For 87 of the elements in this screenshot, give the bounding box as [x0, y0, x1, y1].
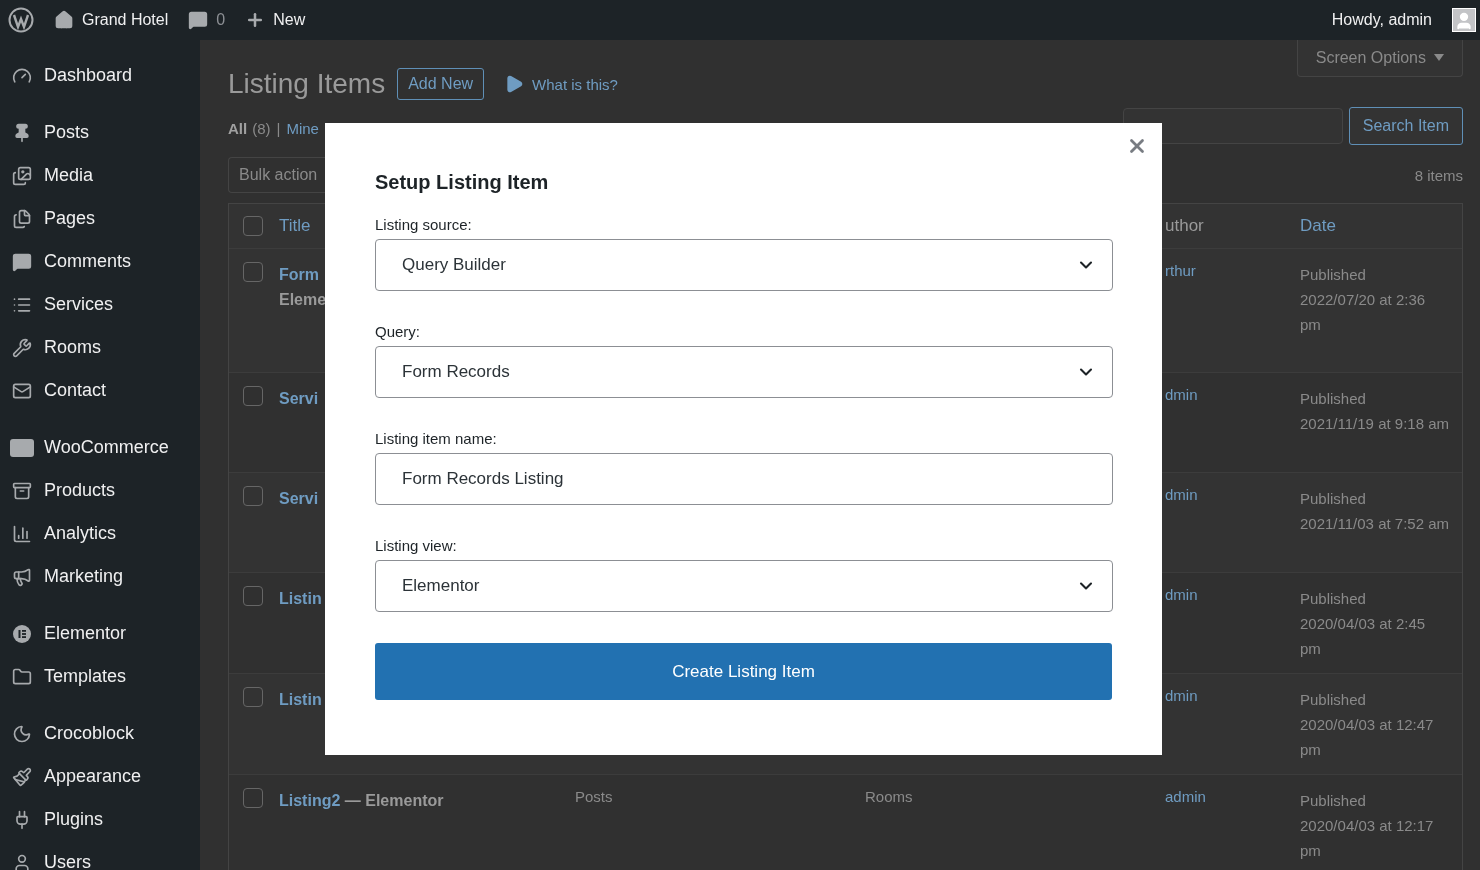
search-field[interactable]: [1122, 108, 1343, 144]
date-cell-text: Published 2020/04/03 at 12:47 pm: [1300, 690, 1435, 760]
help-link[interactable]: What is this?: [504, 74, 618, 94]
input-field[interactable]: Form Records Listing: [375, 453, 1113, 505]
menu-item[interactable]: Products: [0, 469, 200, 512]
view-link[interactable]: Mine: [286, 120, 319, 137]
checkbox[interactable]: [243, 486, 263, 506]
author-link[interactable]: dmin: [1165, 586, 1198, 603]
date-cell-text: Published 2020/04/03 at 12:17 pm: [1300, 791, 1435, 861]
column-header: uthor: [1165, 216, 1205, 236]
checkbox[interactable]: [243, 216, 263, 236]
menu-item[interactable]: Plugins: [0, 798, 200, 841]
author-link[interactable]: admin: [1165, 788, 1206, 805]
search-button[interactable]: Search Item: [1348, 107, 1463, 145]
menu-item[interactable]: WooCommerce: [0, 426, 200, 469]
menu-item[interactable]: Rooms: [0, 326, 200, 369]
greeting-link[interactable]: Howdy, admin: [1331, 11, 1432, 29]
date-cell-text: Published 2021/11/03 at 7:52 am: [1300, 489, 1450, 534]
table-cell: Rooms: [865, 788, 913, 805]
select-field[interactable]: Elementor: [375, 560, 1113, 612]
checkbox[interactable]: [243, 586, 263, 606]
triangle-down-icon: [1434, 54, 1444, 62]
images-icon: [10, 165, 34, 186]
field-label: Query:: [375, 323, 421, 340]
menu-item[interactable]: Posts: [0, 111, 200, 154]
author-link[interactable]: dmin: [1165, 486, 1198, 503]
comments-link[interactable]: 0: [188, 10, 226, 30]
checkbox[interactable]: [243, 386, 263, 406]
menu-item[interactable]: Dashboard: [0, 54, 200, 97]
menu-item[interactable]: Marketing: [0, 555, 200, 598]
person-icon: [1454, 11, 1474, 31]
create-button[interactable]: Create Listing Item: [375, 643, 1112, 700]
wrench-icon: [10, 337, 34, 358]
title-link[interactable]: Listing2: [279, 792, 341, 809]
speech-bubble-icon: [10, 251, 34, 272]
archive-icon: [10, 480, 34, 501]
folder-icon: [10, 666, 34, 687]
dialog-title: Setup Listing Item: [375, 171, 550, 194]
select-field[interactable]: Form Records: [375, 346, 1113, 398]
title-suffix: — Elementor: [344, 792, 444, 809]
author-link[interactable]: dmin: [1165, 386, 1198, 403]
menu-item[interactable]: Comments: [0, 240, 200, 283]
title-link[interactable]: Listin: [279, 691, 322, 708]
menu-item[interactable]: Elementor: [0, 612, 200, 655]
menu-item[interactable]: Templates: [0, 655, 200, 698]
field-label: Listing view:: [375, 537, 458, 554]
avatar-icon[interactable]: [1452, 8, 1476, 32]
menu-item[interactable]: Services: [0, 283, 200, 326]
item-count: 8 items: [1414, 166, 1463, 184]
title-link[interactable]: Form: [279, 266, 319, 283]
field-label: Listing source:: [375, 216, 473, 233]
menu-item[interactable]: Pages: [0, 197, 200, 240]
author-link[interactable]: rthur: [1165, 262, 1196, 279]
paintbrush-icon: [10, 766, 34, 787]
page-title: Listing Items: [228, 68, 386, 100]
separator: |: [276, 120, 281, 137]
select-field[interactable]: Query Builder: [375, 239, 1113, 291]
speech-bubble-icon: [188, 10, 209, 30]
date-cell-text: Published 2022/07/20 at 2:36 pm: [1300, 265, 1427, 335]
title-link[interactable]: Servi: [279, 490, 319, 507]
title-link[interactable]: Servi: [279, 390, 319, 407]
column-header[interactable]: Date: [1300, 216, 1462, 236]
site-name-link[interactable]: Grand Hotel: [54, 10, 169, 30]
play-icon: [504, 74, 525, 94]
menu-item[interactable]: Media: [0, 154, 200, 197]
title-link[interactable]: Listin: [279, 590, 322, 607]
date-cell-text: Published 2020/04/03 at 2:45 pm: [1300, 589, 1427, 659]
author-link[interactable]: dmin: [1165, 687, 1198, 704]
title-text: Eleme: [279, 290, 328, 310]
menu-item[interactable]: Analytics: [0, 512, 200, 555]
menu-item[interactable]: Users: [0, 841, 200, 870]
checkbox[interactable]: [243, 262, 263, 282]
elementor-icon: [10, 623, 34, 644]
checkbox[interactable]: [243, 687, 263, 707]
menu-item[interactable]: Appearance: [0, 755, 200, 798]
field-label: Listing item name:: [375, 430, 498, 447]
menu-item[interactable]: Crocoblock: [0, 712, 200, 755]
house-icon: [54, 10, 74, 30]
new-link[interactable]: New: [245, 10, 306, 30]
checkbox[interactable]: [243, 788, 263, 808]
view-link[interactable]: All (8): [228, 120, 271, 137]
table-cell: Posts: [575, 788, 613, 805]
wordpress-logo-icon[interactable]: [8, 7, 34, 33]
add-new-button[interactable]: Add New: [397, 68, 485, 100]
date-cell-text: Published 2021/11/19 at 9:18 am: [1300, 389, 1450, 434]
menu-item[interactable]: Contact: [0, 369, 200, 412]
screen-options-button[interactable]: Screen Options: [1296, 40, 1463, 77]
